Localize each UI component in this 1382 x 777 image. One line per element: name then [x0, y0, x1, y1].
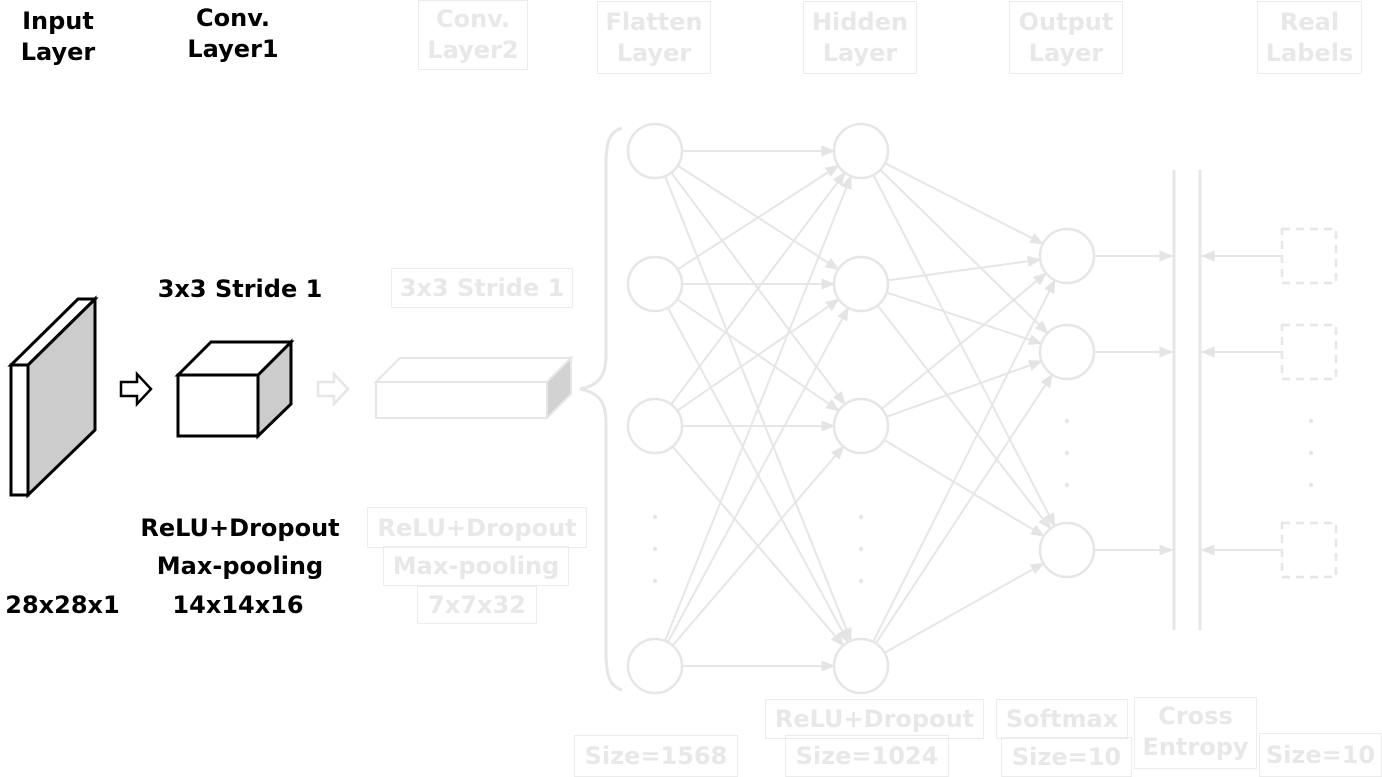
labels-size-label: Size=10 [1259, 733, 1382, 777]
faded-hollow-arrow-icon [316, 370, 350, 408]
hidden-node [832, 255, 890, 313]
hidden-node [832, 637, 890, 695]
hollow-arrow-icon [119, 370, 153, 408]
input-size-label: 28x28x1 [5, 591, 120, 619]
connection-line [886, 291, 1043, 345]
connection-line [884, 562, 1045, 654]
ellipsis-dot [1308, 450, 1314, 456]
conv2-kernel-label: 3x3 Stride 1 [391, 268, 573, 308]
conv1-pooling-label: Max-pooling [156, 552, 324, 580]
conv1-layer-title: Conv. Layer1 [187, 4, 279, 63]
output-node [1038, 323, 1096, 381]
flatten-brace [579, 126, 623, 692]
output-node [1038, 521, 1096, 579]
conv2-pooling-label: Max-pooling [383, 546, 569, 586]
real-labels-title: Real Labels [1257, 1, 1362, 74]
connection-line [874, 373, 1054, 644]
connection-line [879, 169, 1049, 335]
real-label-boxes [1280, 227, 1338, 579]
input-layer-slab [7, 295, 99, 499]
flatten-node [626, 397, 684, 455]
ellipsis-dot [652, 578, 658, 584]
ellipsis-dot [1064, 450, 1070, 456]
flatten-node [626, 637, 684, 695]
ellipsis-dot [1308, 482, 1314, 488]
ellipsis-dot [652, 514, 658, 520]
loss-title: Cross Entropy [1134, 697, 1257, 769]
conv2-layer-title: Conv. Layer2 [418, 0, 528, 70]
conv2-activation-label: ReLU+Dropout [367, 507, 587, 548]
conv1-activation-label: ReLU+Dropout [140, 514, 340, 542]
cnn-architecture-diagram [7, 122, 1338, 695]
hidden-node [832, 122, 890, 180]
ellipsis-dot [652, 546, 658, 552]
conv2-size-label: 7x7x32 [417, 586, 537, 624]
real-label-box [1280, 227, 1338, 285]
flatten-size-label: Size=1568 [574, 735, 738, 777]
hidden-activation-label: ReLU+Dropout [765, 699, 984, 739]
ellipsis-dots [652, 418, 1314, 584]
connection-line [872, 174, 1056, 528]
ellipsis-dot [858, 514, 864, 520]
ellipsis-dot [1064, 418, 1070, 424]
conv1-kernel-label: 3x3 Stride 1 [157, 275, 323, 303]
conv1-feature-cube [174, 338, 295, 440]
flatten-layer-title: Flatten Layer [597, 1, 711, 74]
ellipsis-dot [1064, 482, 1070, 488]
real-label-box [1280, 323, 1338, 381]
ellipsis-dot [858, 578, 864, 584]
connection-line [886, 360, 1043, 418]
output-activation-label: Softmax [996, 699, 1128, 739]
output-node [1038, 227, 1096, 285]
hidden-layer-title: Hidden Layer [803, 1, 917, 74]
ellipsis-dot [858, 546, 864, 552]
real-label-box [1280, 521, 1338, 579]
hidden-size-label: Size=1024 [785, 735, 949, 777]
connection-line [884, 162, 1045, 245]
input-layer-title: Input Layer [20, 7, 96, 66]
output-layer-title: Output Layer [1009, 1, 1123, 74]
flatten-node [626, 255, 684, 313]
connection-line [887, 255, 1042, 282]
flatten-node [626, 122, 684, 180]
hidden-node [832, 397, 890, 455]
label-connectors [1094, 250, 1282, 556]
output-size-label: Size=10 [1001, 737, 1132, 777]
conv1-size-label: 14x14x16 [172, 591, 304, 619]
conv2-feature-slab [373, 355, 574, 421]
ellipsis-dot [1308, 418, 1314, 424]
